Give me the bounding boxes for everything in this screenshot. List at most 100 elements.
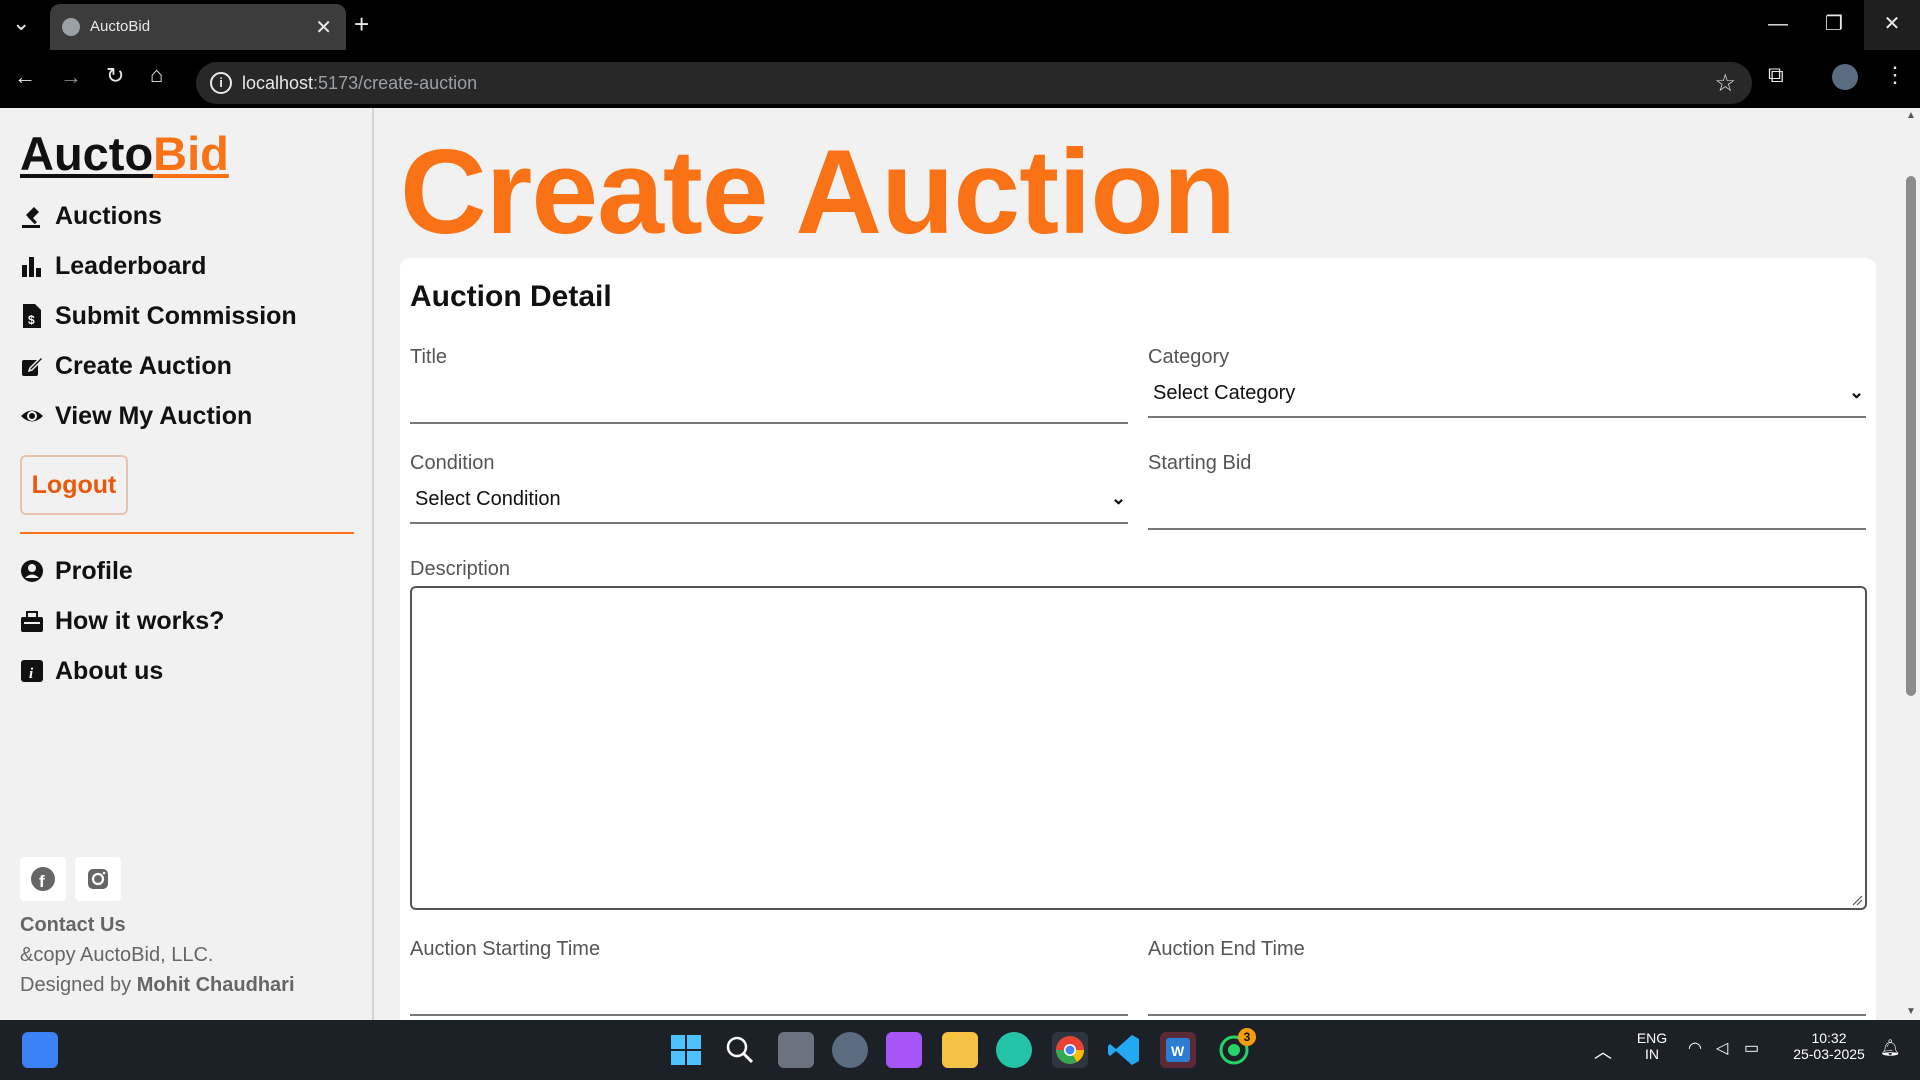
description-label: Description: [410, 558, 511, 580]
bar-chart-icon: [20, 253, 44, 279]
edge-icon[interactable]: [996, 1032, 1032, 1068]
scrollbar-thumb[interactable]: [1906, 176, 1916, 696]
whatsapp-icon[interactable]: 3: [1216, 1028, 1256, 1068]
address-bar[interactable]: i localhost:5173/create-auction ☆: [196, 62, 1752, 104]
category-label: Category: [1148, 346, 1230, 368]
tray-chevron-up-icon[interactable]: ︿: [1594, 1038, 1612, 1064]
resize-handle-icon[interactable]: [1851, 894, 1863, 906]
file-explorer-icon[interactable]: [942, 1032, 978, 1068]
title-input[interactable]: [410, 422, 1128, 424]
restore-icon[interactable]: ❐: [1806, 0, 1862, 50]
eye-icon: [20, 403, 44, 429]
sidebar-item-view-my-auction[interactable]: View My Auction: [20, 398, 252, 434]
start-time-input[interactable]: [410, 1014, 1128, 1016]
sidebar-item-leaderboard[interactable]: Leaderboard: [20, 248, 206, 284]
language-indicator[interactable]: ENG IN: [1632, 1030, 1672, 1062]
close-window-icon[interactable]: ✕: [1864, 0, 1920, 50]
starting-bid-label: Starting Bid: [1148, 452, 1252, 474]
close-tab-icon[interactable]: ✕: [315, 15, 332, 40]
end-time-label: Auction End Time: [1148, 938, 1305, 960]
sidebar-item-how-it-works[interactable]: How it works?: [20, 603, 224, 639]
logout-button[interactable]: Logout: [20, 455, 128, 515]
minimize-icon[interactable]: —: [1750, 0, 1806, 50]
card-title: Auction Detail: [410, 280, 612, 313]
widgets-icon[interactable]: [22, 1032, 58, 1068]
sidebar-item-profile[interactable]: Profile: [20, 553, 133, 589]
browser-chrome: ⌄ AuctoBid ✕ + — ❐ ✕ ← → ↻ ⌂ i localhost…: [0, 0, 1920, 108]
condition-underline: [410, 522, 1128, 524]
sidebar-item-submit-commission[interactable]: $ Submit Commission: [20, 298, 297, 334]
web-page: AuctoBid Auctions Leaderboard $ Submit C…: [0, 108, 1920, 1020]
task-view-icon[interactable]: [778, 1032, 814, 1068]
scroll-up-icon[interactable]: ▲: [1906, 110, 1916, 121]
chrome-icon[interactable]: [1052, 1032, 1088, 1068]
svg-text:$: $: [28, 313, 35, 327]
battery-icon[interactable]: ▭: [1744, 1038, 1759, 1058]
chevron-down-icon: ⌄: [1849, 382, 1865, 402]
receipt-dollar-icon: $: [20, 303, 44, 329]
start-icon[interactable]: [668, 1032, 704, 1068]
logo[interactable]: AuctoBid: [20, 126, 229, 185]
new-tab-icon[interactable]: +: [354, 9, 369, 40]
description-textarea[interactable]: [410, 586, 1867, 910]
title-label: Title: [410, 346, 448, 368]
start-time-label: Auction Starting Time: [410, 938, 601, 960]
tab-title: AuctoBid: [90, 18, 151, 35]
settings-gear-icon[interactable]: [832, 1032, 868, 1068]
starting-bid-input[interactable]: [1148, 528, 1866, 530]
designed-by-text: Designed by Mohit Chaudhari: [20, 974, 295, 996]
facebook-button[interactable]: f: [20, 857, 66, 901]
gavel-icon: [20, 203, 44, 229]
sidebar: AuctoBid Auctions Leaderboard $ Submit C…: [0, 108, 374, 1020]
scroll-down-icon[interactable]: ▼: [1906, 1006, 1916, 1017]
facebook-icon: f: [31, 867, 55, 891]
tab-search-chevron-icon[interactable]: ⌄: [12, 10, 30, 36]
bookmark-star-icon[interactable]: ☆: [1714, 69, 1736, 98]
volume-icon[interactable]: ◁: [1716, 1038, 1728, 1058]
contact-us-link[interactable]: Contact Us: [20, 914, 126, 937]
notification-bell-icon[interactable]: 🔔︎: [1880, 1038, 1900, 1058]
copyright-text: &copy AuctoBid, LLC.: [20, 944, 214, 966]
profile-avatar-icon[interactable]: [1832, 64, 1858, 90]
instagram-icon: [88, 869, 108, 889]
svg-text:f: f: [39, 872, 45, 891]
user-circle-icon: [20, 558, 44, 584]
condition-label: Condition: [410, 452, 495, 474]
forward-icon[interactable]: →: [60, 64, 82, 90]
chevron-down-icon: ⌄: [1111, 488, 1127, 508]
back-icon[interactable]: ←: [14, 64, 36, 90]
page-title: Create Auction: [400, 125, 1236, 259]
sidebar-divider: [20, 532, 354, 534]
sidebar-item-about-us[interactable]: i About us: [20, 653, 163, 689]
condition-select[interactable]: Select Condition: [415, 488, 561, 511]
instagram-button[interactable]: [75, 857, 121, 901]
vscode-icon[interactable]: [1106, 1032, 1142, 1068]
info-icon: i: [20, 658, 44, 684]
site-info-icon[interactable]: i: [210, 72, 232, 94]
toolbox-icon: [20, 608, 44, 634]
category-underline: [1148, 416, 1866, 418]
home-icon[interactable]: ⌂: [150, 62, 163, 88]
browser-toolbar: ← → ↻ ⌂ i localhost:5173/create-auction …: [0, 54, 1920, 106]
sidebar-item-create-auction[interactable]: Create Auction: [20, 348, 232, 384]
sidebar-item-auctions[interactable]: Auctions: [20, 198, 162, 234]
menu-kebab-icon[interactable]: ⋮: [1884, 62, 1906, 88]
category-select[interactable]: Select Category: [1153, 382, 1295, 405]
svg-text:W: W: [1171, 1043, 1185, 1059]
search-icon[interactable]: [722, 1032, 758, 1068]
browser-tab[interactable]: AuctoBid ✕: [50, 4, 346, 50]
wifi-icon[interactable]: ◠: [1688, 1038, 1702, 1058]
copilot-icon[interactable]: [886, 1032, 922, 1068]
clock[interactable]: 10:32 25-03-2025: [1784, 1030, 1874, 1062]
url-text: localhost:5173/create-auction: [242, 73, 478, 93]
page-scrollbar[interactable]: ▲ ▼: [1902, 108, 1920, 1020]
notification-badge: 3: [1238, 1028, 1256, 1046]
word-icon[interactable]: W: [1160, 1032, 1196, 1068]
edit-icon: [20, 353, 45, 379]
globe-icon: [62, 18, 80, 36]
end-time-input[interactable]: [1148, 1014, 1866, 1016]
reload-icon[interactable]: ↻: [106, 63, 124, 89]
auction-detail-card: Auction Detail Title Category Select Cat…: [400, 258, 1876, 1020]
extensions-icon[interactable]: ⧉: [1768, 62, 1784, 88]
tab-bar: ⌄ AuctoBid ✕ + — ❐ ✕: [0, 0, 1920, 50]
